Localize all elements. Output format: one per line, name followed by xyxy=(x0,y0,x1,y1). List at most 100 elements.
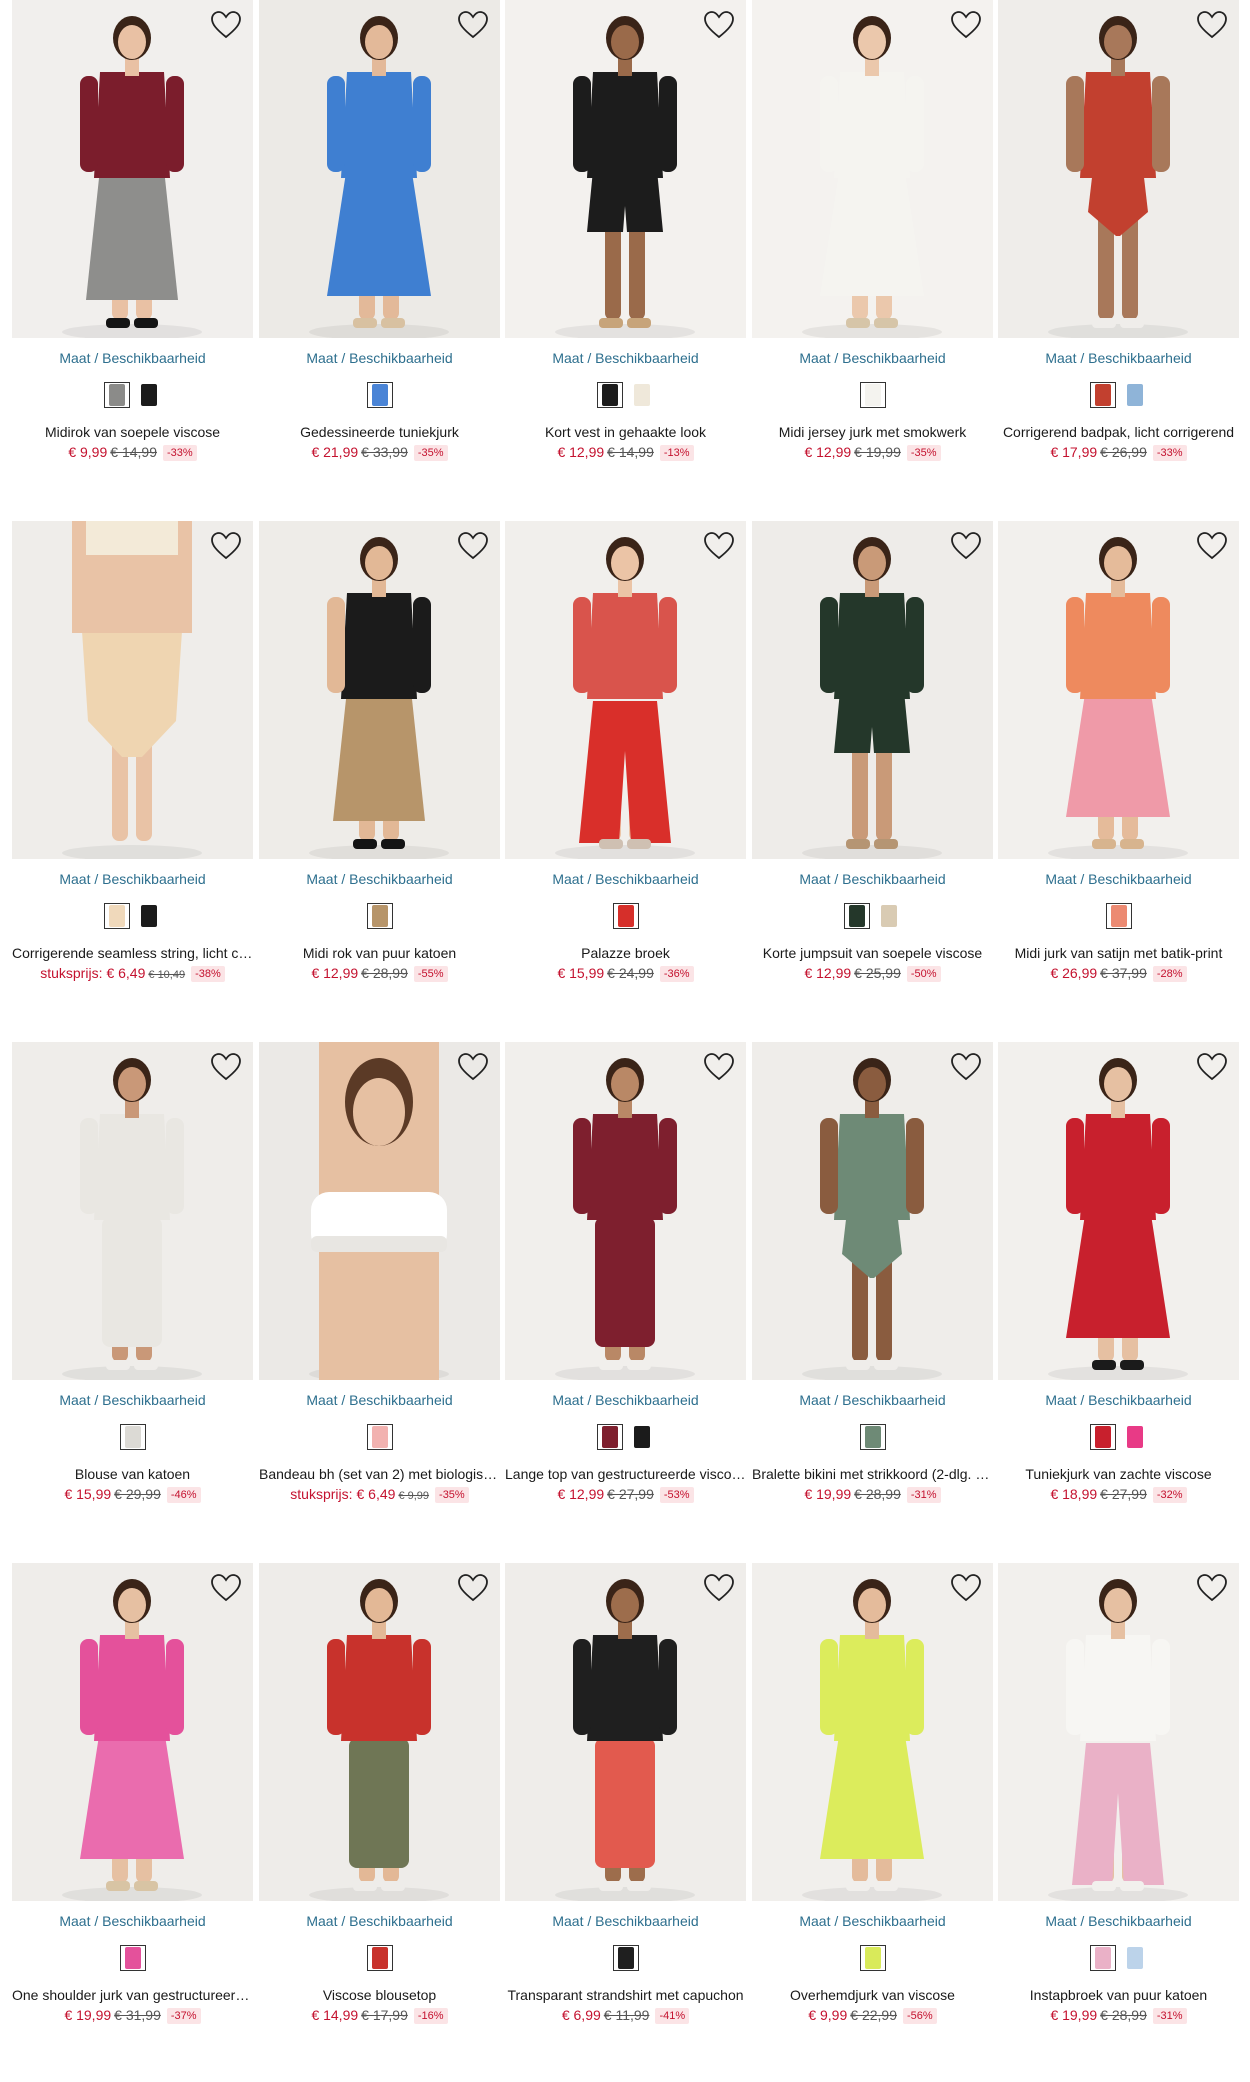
product-title[interactable]: Viscose blousetop xyxy=(259,1987,500,2003)
color-swatch[interactable] xyxy=(1105,903,1132,929)
product-image[interactable] xyxy=(12,1042,253,1380)
product-card[interactable]: Maat / Beschikbaarheid Midi rok van puur … xyxy=(259,521,500,996)
color-swatch[interactable] xyxy=(612,903,639,929)
heart-outline-icon[interactable] xyxy=(949,8,983,42)
color-swatch[interactable] xyxy=(1122,1424,1148,1450)
product-title[interactable]: Gedessineerde tuniekjurk xyxy=(259,424,500,440)
color-swatch[interactable] xyxy=(1089,382,1116,408)
product-image[interactable] xyxy=(259,0,500,338)
color-swatch[interactable] xyxy=(119,1945,146,1971)
product-image[interactable] xyxy=(12,0,253,338)
product-card[interactable]: Maat / Beschikbaarheid Kort vest in gehaa… xyxy=(505,0,746,475)
product-card[interactable]: Maat / Beschikbaarheid Overhemdjurk van v… xyxy=(752,1563,993,2038)
color-swatch[interactable] xyxy=(629,382,655,408)
product-card[interactable]: Maat / Beschikbaarheid Midirok van soepel… xyxy=(12,0,253,475)
size-availability-link[interactable]: Maat / Beschikbaarheid xyxy=(752,1392,993,1408)
color-swatch[interactable] xyxy=(1122,1945,1148,1971)
size-availability-link[interactable]: Maat / Beschikbaarheid xyxy=(998,1913,1239,1929)
color-swatch[interactable] xyxy=(103,382,130,408)
product-image[interactable] xyxy=(505,0,746,338)
product-title[interactable]: Blouse van katoen xyxy=(12,1466,253,1482)
color-swatch[interactable] xyxy=(366,1945,393,1971)
product-image[interactable] xyxy=(998,1042,1239,1380)
heart-outline-icon[interactable] xyxy=(949,1571,983,1605)
product-title[interactable]: Lange top van gestructureerde viscose xyxy=(505,1466,746,1482)
color-swatch[interactable] xyxy=(366,382,393,408)
product-title[interactable]: Bralette bikini met strikkoord (2-dlg. s… xyxy=(752,1466,993,1482)
product-card[interactable]: Maat / Beschikbaarheid Korte jumpsuit van… xyxy=(752,521,993,996)
product-title[interactable]: Midi jersey jurk met smokwerk xyxy=(752,424,993,440)
product-card[interactable]: Maat / Beschikbaarheid Gedessineerde tuni… xyxy=(259,0,500,475)
product-title[interactable]: Palazze broek xyxy=(505,945,746,961)
product-image[interactable] xyxy=(505,1563,746,1901)
product-card[interactable]: Maat / Beschikbaarheid Bandeau bh (set va… xyxy=(259,1042,500,1517)
size-availability-link[interactable]: Maat / Beschikbaarheid xyxy=(12,871,253,887)
product-title[interactable]: Corrigerende seamless string, licht corr… xyxy=(12,945,253,961)
product-image[interactable] xyxy=(752,0,993,338)
size-availability-link[interactable]: Maat / Beschikbaarheid xyxy=(505,350,746,366)
size-availability-link[interactable]: Maat / Beschikbaarheid xyxy=(12,350,253,366)
heart-outline-icon[interactable] xyxy=(456,8,490,42)
product-card[interactable]: Maat / Beschikbaarheid Transparant strand… xyxy=(505,1563,746,2038)
size-availability-link[interactable]: Maat / Beschikbaarheid xyxy=(752,871,993,887)
size-availability-link[interactable]: Maat / Beschikbaarheid xyxy=(12,1392,253,1408)
product-image[interactable] xyxy=(752,1042,993,1380)
product-card[interactable]: Maat / Beschikbaarheid Viscose blousetop €… xyxy=(259,1563,500,2038)
product-card[interactable]: Maat / Beschikbaarheid One shoulder jurk … xyxy=(12,1563,253,2038)
size-availability-link[interactable]: Maat / Beschikbaarheid xyxy=(259,871,500,887)
product-title[interactable]: Tuniekjurk van zachte viscose xyxy=(998,1466,1239,1482)
heart-outline-icon[interactable] xyxy=(209,529,243,563)
size-availability-link[interactable]: Maat / Beschikbaarheid xyxy=(505,1913,746,1929)
product-image[interactable] xyxy=(998,1563,1239,1901)
color-swatch[interactable] xyxy=(612,1945,639,1971)
size-availability-link[interactable]: Maat / Beschikbaarheid xyxy=(998,1392,1239,1408)
product-title[interactable]: One shoulder jurk van gestructureerde je… xyxy=(12,1987,253,2003)
size-availability-link[interactable]: Maat / Beschikbaarheid xyxy=(505,1392,746,1408)
product-image[interactable] xyxy=(752,521,993,859)
product-card[interactable]: Maat / Beschikbaarheid Instapbroek van pu… xyxy=(998,1563,1239,2038)
size-availability-link[interactable]: Maat / Beschikbaarheid xyxy=(505,871,746,887)
heart-outline-icon[interactable] xyxy=(209,8,243,42)
product-title[interactable]: Korte jumpsuit van soepele viscose xyxy=(752,945,993,961)
color-swatch[interactable] xyxy=(366,903,393,929)
product-card[interactable]: Maat / Beschikbaarheid Lange top van gest… xyxy=(505,1042,746,1517)
color-swatch[interactable] xyxy=(1089,1945,1116,1971)
product-image[interactable] xyxy=(12,521,253,859)
product-card[interactable]: Maat / Beschikbaarheid Corrigerende seaml… xyxy=(12,521,253,996)
product-title[interactable]: Transparant strandshirt met capuchon xyxy=(505,1987,746,2003)
size-availability-link[interactable]: Maat / Beschikbaarheid xyxy=(259,350,500,366)
size-availability-link[interactable]: Maat / Beschikbaarheid xyxy=(259,1392,500,1408)
color-swatch[interactable] xyxy=(136,903,162,929)
color-swatch[interactable] xyxy=(103,903,130,929)
heart-outline-icon[interactable] xyxy=(456,529,490,563)
heart-outline-icon[interactable] xyxy=(949,529,983,563)
product-image[interactable] xyxy=(505,521,746,859)
product-card[interactable]: Maat / Beschikbaarheid Blouse van katoen €… xyxy=(12,1042,253,1517)
color-swatch[interactable] xyxy=(1122,382,1148,408)
color-swatch[interactable] xyxy=(629,1424,655,1450)
product-image[interactable] xyxy=(752,1563,993,1901)
size-availability-link[interactable]: Maat / Beschikbaarheid xyxy=(752,1913,993,1929)
product-card[interactable]: Maat / Beschikbaarheid Midi jurk van sati… xyxy=(998,521,1239,996)
heart-outline-icon[interactable] xyxy=(702,8,736,42)
heart-outline-icon[interactable] xyxy=(702,529,736,563)
size-availability-link[interactable]: Maat / Beschikbaarheid xyxy=(998,871,1239,887)
size-availability-link[interactable]: Maat / Beschikbaarheid xyxy=(998,350,1239,366)
color-swatch[interactable] xyxy=(859,382,886,408)
heart-outline-icon[interactable] xyxy=(1195,1571,1229,1605)
product-image[interactable] xyxy=(259,521,500,859)
color-swatch[interactable] xyxy=(366,1424,393,1450)
product-image[interactable] xyxy=(12,1563,253,1901)
product-card[interactable]: Maat / Beschikbaarheid Palazze broek € 15,… xyxy=(505,521,746,996)
product-image[interactable] xyxy=(998,521,1239,859)
product-image[interactable] xyxy=(505,1042,746,1380)
color-swatch[interactable] xyxy=(876,903,902,929)
heart-outline-icon[interactable] xyxy=(1195,1050,1229,1084)
product-card[interactable]: Maat / Beschikbaarheid Corrigerend badpak… xyxy=(998,0,1239,475)
color-swatch[interactable] xyxy=(859,1945,886,1971)
product-title[interactable]: Midirok van soepele viscose xyxy=(12,424,253,440)
product-image[interactable] xyxy=(259,1563,500,1901)
product-title[interactable]: Bandeau bh (set van 2) met biologisch ka… xyxy=(259,1466,500,1482)
heart-outline-icon[interactable] xyxy=(456,1050,490,1084)
heart-outline-icon[interactable] xyxy=(949,1050,983,1084)
